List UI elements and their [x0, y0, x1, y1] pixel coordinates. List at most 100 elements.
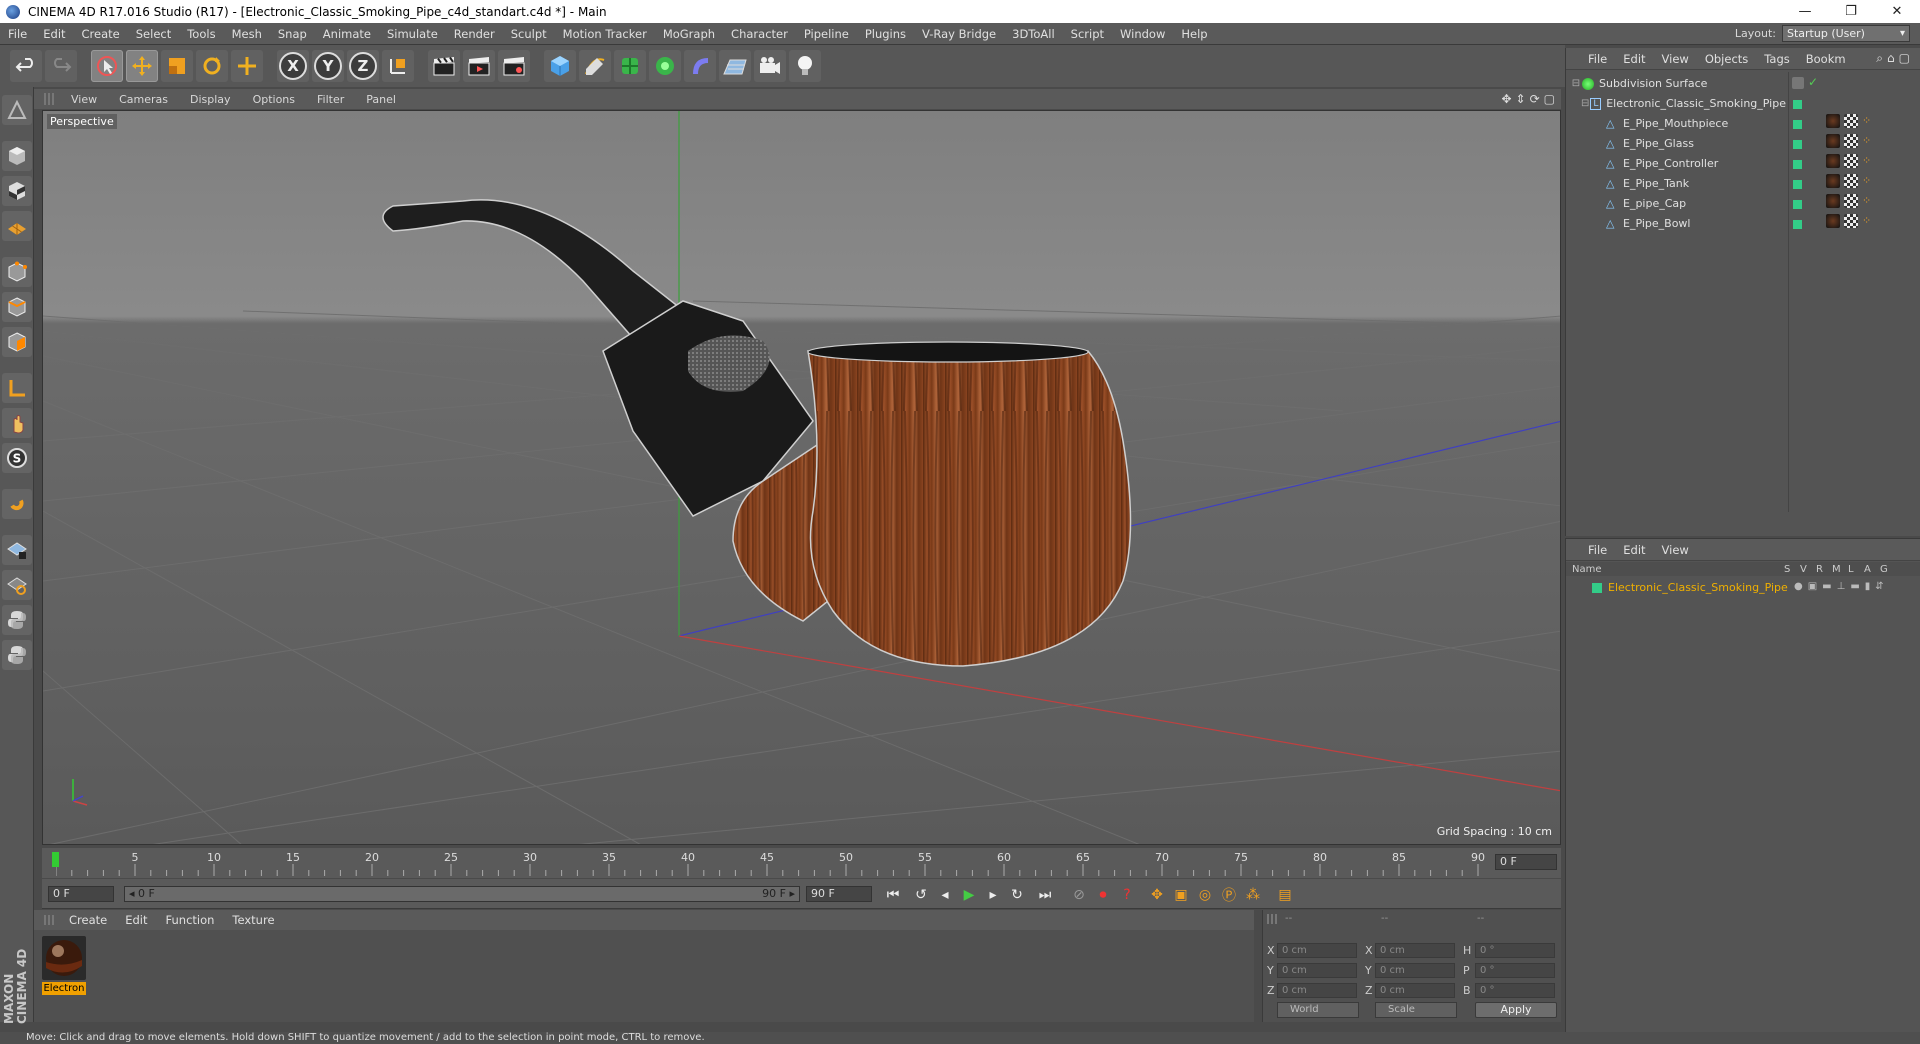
end-frame-field[interactable]: 90 F	[806, 886, 872, 902]
material-menu-texture[interactable]: Texture	[223, 913, 283, 927]
add-cube-button[interactable]	[544, 50, 576, 82]
menu-character[interactable]: Character	[723, 27, 796, 41]
autokey-button[interactable]: ?	[1116, 884, 1138, 906]
layer-color-dot[interactable]	[1793, 160, 1802, 169]
phong-tag-icon[interactable]: ⁘	[1862, 114, 1871, 134]
viewport-menu-panel[interactable]: Panel	[355, 93, 407, 106]
add-deformer-button[interactable]	[684, 50, 716, 82]
uvw-tag-icon[interactable]	[1844, 154, 1858, 168]
rot-b-field[interactable]: 0 °	[1475, 983, 1555, 998]
phong-tag-icon[interactable]: ⁘	[1862, 174, 1871, 194]
go-to-end-button[interactable]: ⏭	[1034, 884, 1056, 906]
play-button[interactable]: ▶	[958, 884, 980, 906]
menu-mograph[interactable]: MoGraph	[655, 27, 723, 41]
axis-mode-button[interactable]	[1, 373, 32, 403]
render-picture-viewer-button[interactable]	[463, 50, 495, 82]
perspective-viewport[interactable]: Perspective Grid Spacing : 10 cm	[42, 110, 1561, 845]
material-tag-icon[interactable]	[1826, 174, 1840, 188]
points-mode-button[interactable]	[1, 257, 32, 287]
menu-simulate[interactable]: Simulate	[379, 27, 446, 41]
viewport-menu-options[interactable]: Options	[242, 93, 306, 106]
layer-col-animation[interactable]: A	[1864, 564, 1880, 575]
menu-vray-bridge[interactable]: V-Ray Bridge	[914, 27, 1004, 41]
uvw-tag-icon[interactable]	[1844, 214, 1858, 228]
coord-mode-dropdown[interactable]: World	[1277, 1002, 1359, 1018]
object-row-subdivision-surface[interactable]: ⊟ Subdivision Surface	[1566, 74, 1786, 93]
layer-col-name[interactable]: Name	[1572, 564, 1784, 575]
menu-create[interactable]: Create	[74, 27, 128, 41]
menu-pipeline[interactable]: Pipeline	[796, 27, 857, 41]
workplane-lock-button[interactable]	[1, 535, 32, 565]
record-keys-button[interactable]: ⏺	[1092, 884, 1114, 906]
material-tag-icon[interactable]	[1826, 194, 1840, 208]
material-tag-icon[interactable]	[1826, 154, 1840, 168]
layer-col-locked[interactable]: L	[1848, 564, 1864, 575]
add-array-button[interactable]	[649, 50, 681, 82]
magnet-button[interactable]	[1, 489, 32, 519]
layer-color-dot[interactable]	[1793, 120, 1802, 129]
next-frame-button[interactable]: ▸	[982, 884, 1004, 906]
restore-button[interactable]: ❐	[1828, 0, 1874, 23]
layer-visibility-icon[interactable]	[1792, 77, 1804, 89]
panel-grip-icon[interactable]	[44, 915, 54, 925]
pos-z-field[interactable]: 0 cm	[1277, 983, 1357, 998]
workplane-rotate-button[interactable]	[1, 570, 32, 600]
pan-view-icon[interactable]: ✥	[1501, 92, 1511, 106]
object-row-glass[interactable]: △ E_Pipe_Glass	[1566, 134, 1786, 153]
phong-tag-icon[interactable]: ⁘	[1862, 214, 1871, 234]
phong-tag-icon[interactable]: ⁘	[1862, 154, 1871, 174]
rot-h-field[interactable]: 0 °	[1475, 943, 1555, 958]
polygons-mode-button[interactable]	[1, 327, 32, 357]
dolly-view-icon[interactable]: ⇕	[1516, 92, 1526, 106]
material-menu-function[interactable]: Function	[157, 913, 224, 927]
layer-menu-file[interactable]: File	[1580, 543, 1615, 557]
pos-x-field[interactable]: 0 cm	[1277, 943, 1357, 958]
layout-dropdown[interactable]: Startup (User)	[1782, 25, 1910, 42]
layer-color-swatch[interactable]	[1592, 582, 1602, 593]
collapse-icon[interactable]: ⊟	[1580, 98, 1590, 109]
redo-button[interactable]	[45, 50, 77, 82]
material-menu-create[interactable]: Create	[60, 913, 116, 927]
frame-range-slider[interactable]: ◂ 0 F 90 F ▸	[124, 886, 800, 902]
key-pla-button[interactable]: ⁂	[1242, 884, 1264, 906]
uvw-tag-icon[interactable]	[1844, 134, 1858, 148]
prev-key-button[interactable]: ↺	[910, 884, 932, 906]
obj-menu-tags[interactable]: Tags	[1756, 52, 1797, 66]
menu-animate[interactable]: Animate	[315, 27, 379, 41]
rotate-tool-button[interactable]	[196, 50, 228, 82]
layer-col-view[interactable]: V	[1800, 564, 1816, 575]
move-tool-button[interactable]	[126, 50, 158, 82]
layer-row[interactable]: Electronic_Classic_Smoking_Pipe ●▣▬⊥▬▮⇵	[1566, 579, 1920, 596]
timeline-window-button[interactable]: ▤	[1274, 884, 1296, 906]
layer-col-generators[interactable]: G	[1880, 564, 1896, 575]
layer-color-dot[interactable]	[1793, 200, 1802, 209]
minimize-button[interactable]: —	[1782, 0, 1828, 23]
size-mode-dropdown[interactable]: Scale	[1375, 1002, 1457, 1018]
menu-mesh[interactable]: Mesh	[224, 27, 270, 41]
rot-p-field[interactable]: 0 °	[1475, 963, 1555, 978]
enabled-check-icon[interactable]: ✓	[1808, 75, 1818, 89]
python-script-2-button[interactable]	[1, 640, 32, 670]
material-thumbnail[interactable]	[42, 936, 86, 980]
object-row-tank[interactable]: △ E_Pipe_Tank	[1566, 174, 1786, 193]
phong-tag-icon[interactable]: ⁘	[1862, 134, 1871, 154]
menu-select[interactable]: Select	[128, 27, 179, 41]
timeline-ruler[interactable]: 0 5 10 15 20 25 30 35 40 45 50 55 60 65 …	[42, 848, 1561, 878]
menu-3dtoall[interactable]: 3DToAll	[1004, 27, 1063, 41]
pos-y-field[interactable]: 0 cm	[1277, 963, 1357, 978]
orbit-view-icon[interactable]: ⟳	[1530, 92, 1540, 106]
start-frame-field[interactable]: 0 F	[48, 886, 114, 902]
snap-button[interactable]: S	[1, 443, 32, 473]
y-axis-button[interactable]: Y	[312, 50, 344, 82]
prev-frame-button[interactable]: ◂	[934, 884, 956, 906]
collapse-icon[interactable]: ⊟	[1570, 78, 1582, 89]
uvw-tag-icon[interactable]	[1844, 174, 1858, 188]
layer-color-dot[interactable]	[1793, 100, 1802, 109]
make-editable-button[interactable]	[1, 95, 32, 125]
python-script-button[interactable]	[1, 605, 32, 635]
layer-color-dot[interactable]	[1793, 180, 1802, 189]
add-floor-button[interactable]	[719, 50, 751, 82]
transform-tool-button[interactable]	[231, 50, 263, 82]
menu-edit[interactable]: Edit	[35, 27, 73, 41]
layer-col-solo[interactable]: S	[1784, 564, 1800, 575]
